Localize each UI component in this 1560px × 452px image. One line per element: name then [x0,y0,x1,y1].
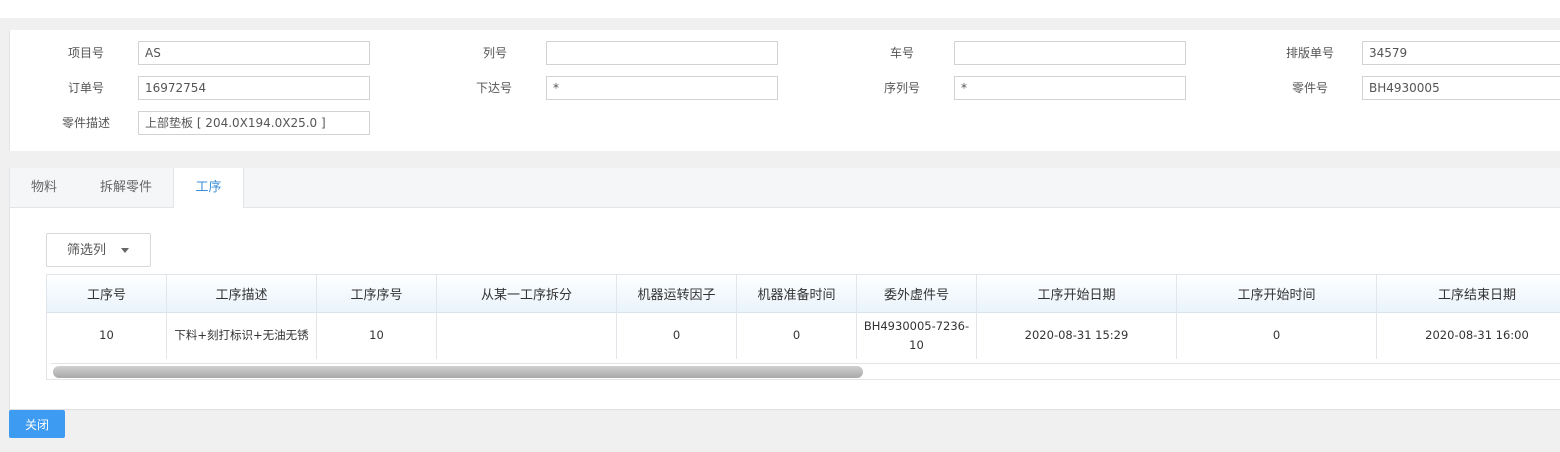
column-header[interactable]: 机器准备时间 [737,275,857,312]
table-cell: 0 [617,312,737,359]
layout-no-label: 排版单号 [1285,46,1334,60]
column-header[interactable]: 从某一工序拆分 [437,275,617,312]
filter-form: 项目号 AS 列号 车号 排版单号 34579 订单号 16972754 下达号… [9,30,1560,151]
table-cell: 0 [1177,312,1377,359]
column-header[interactable]: 工序开始时间 [1177,275,1377,312]
project-no-label: 项目号 [67,46,104,60]
filter-columns-label: 筛选列 [67,243,107,258]
car-no-label: 车号 [889,46,914,60]
tab-process[interactable]: 工序 [173,168,244,208]
part-desc-input[interactable]: 上部垫板 [ 204.0X194.0X25.0 ] [138,111,370,135]
layout-no-input[interactable]: 34579 [1362,41,1560,65]
detail-panel: 物料 拆解零件 工序 筛选列 工序号 工序描述 工序序号 从某一工序拆分 机器运… [9,168,1560,410]
table-cell: 10 [317,312,437,359]
table-cell: 0 [737,312,857,359]
part-no-label: 零件号 [1291,81,1328,95]
column-header[interactable]: 机器运转因子 [617,275,737,312]
car-no-input[interactable] [954,41,1186,65]
column-header[interactable]: 工序号 [47,275,167,312]
table-cell: 10 [47,312,167,359]
part-desc-label: 零件描述 [61,116,110,130]
close-button[interactable]: 关闭 [9,410,65,438]
process-table: 工序号 工序描述 工序序号 从某一工序拆分 机器运转因子 机器准备时间 委外虚件… [46,274,1560,380]
order-no-input[interactable]: 16972754 [138,76,370,100]
part-no-input[interactable]: BH4930005 [1362,76,1560,100]
tab-bar: 物料 拆解零件 工序 [10,168,1560,208]
column-header[interactable]: 工序描述 [167,275,317,312]
project-no-input[interactable]: AS [138,41,370,65]
table-header: 工序号 工序描述 工序序号 从某一工序拆分 机器运转因子 机器准备时间 委外虚件… [47,275,1560,313]
release-no-label: 下达号 [475,81,512,95]
column-no-input[interactable] [546,41,778,65]
table-cell: 2020-08-31 16:00 [1425,328,1529,342]
table-cell: BH4930005-7236-10 [857,312,977,359]
tab-materials[interactable]: 物料 [20,168,68,207]
tab-disassembled-parts[interactable]: 拆解零件 [90,168,162,207]
horizontal-scrollbar[interactable] [51,363,1560,378]
top-bar [0,0,1560,18]
caret-down-icon [121,248,129,253]
column-header[interactable]: 工序结束日期 [1377,275,1560,312]
column-header[interactable]: 委外虚件号 [857,275,977,312]
serial-no-label: 序列号 [883,81,920,95]
column-header[interactable]: 工序开始日期 [977,275,1177,312]
table-cell: 2020-08-31 15:29 [977,312,1177,359]
table-cell [437,312,617,359]
column-header[interactable]: 工序序号 [317,275,437,312]
serial-no-input[interactable]: * [954,76,1186,100]
column-no-label: 列号 [482,46,507,60]
order-no-label: 订单号 [67,81,104,95]
scrollbar-thumb[interactable] [53,366,863,378]
table-cell: 下料+刻打标识+无油无锈 [167,312,317,359]
release-no-input[interactable]: * [546,76,778,100]
filter-columns-button[interactable]: 筛选列 [46,233,151,267]
